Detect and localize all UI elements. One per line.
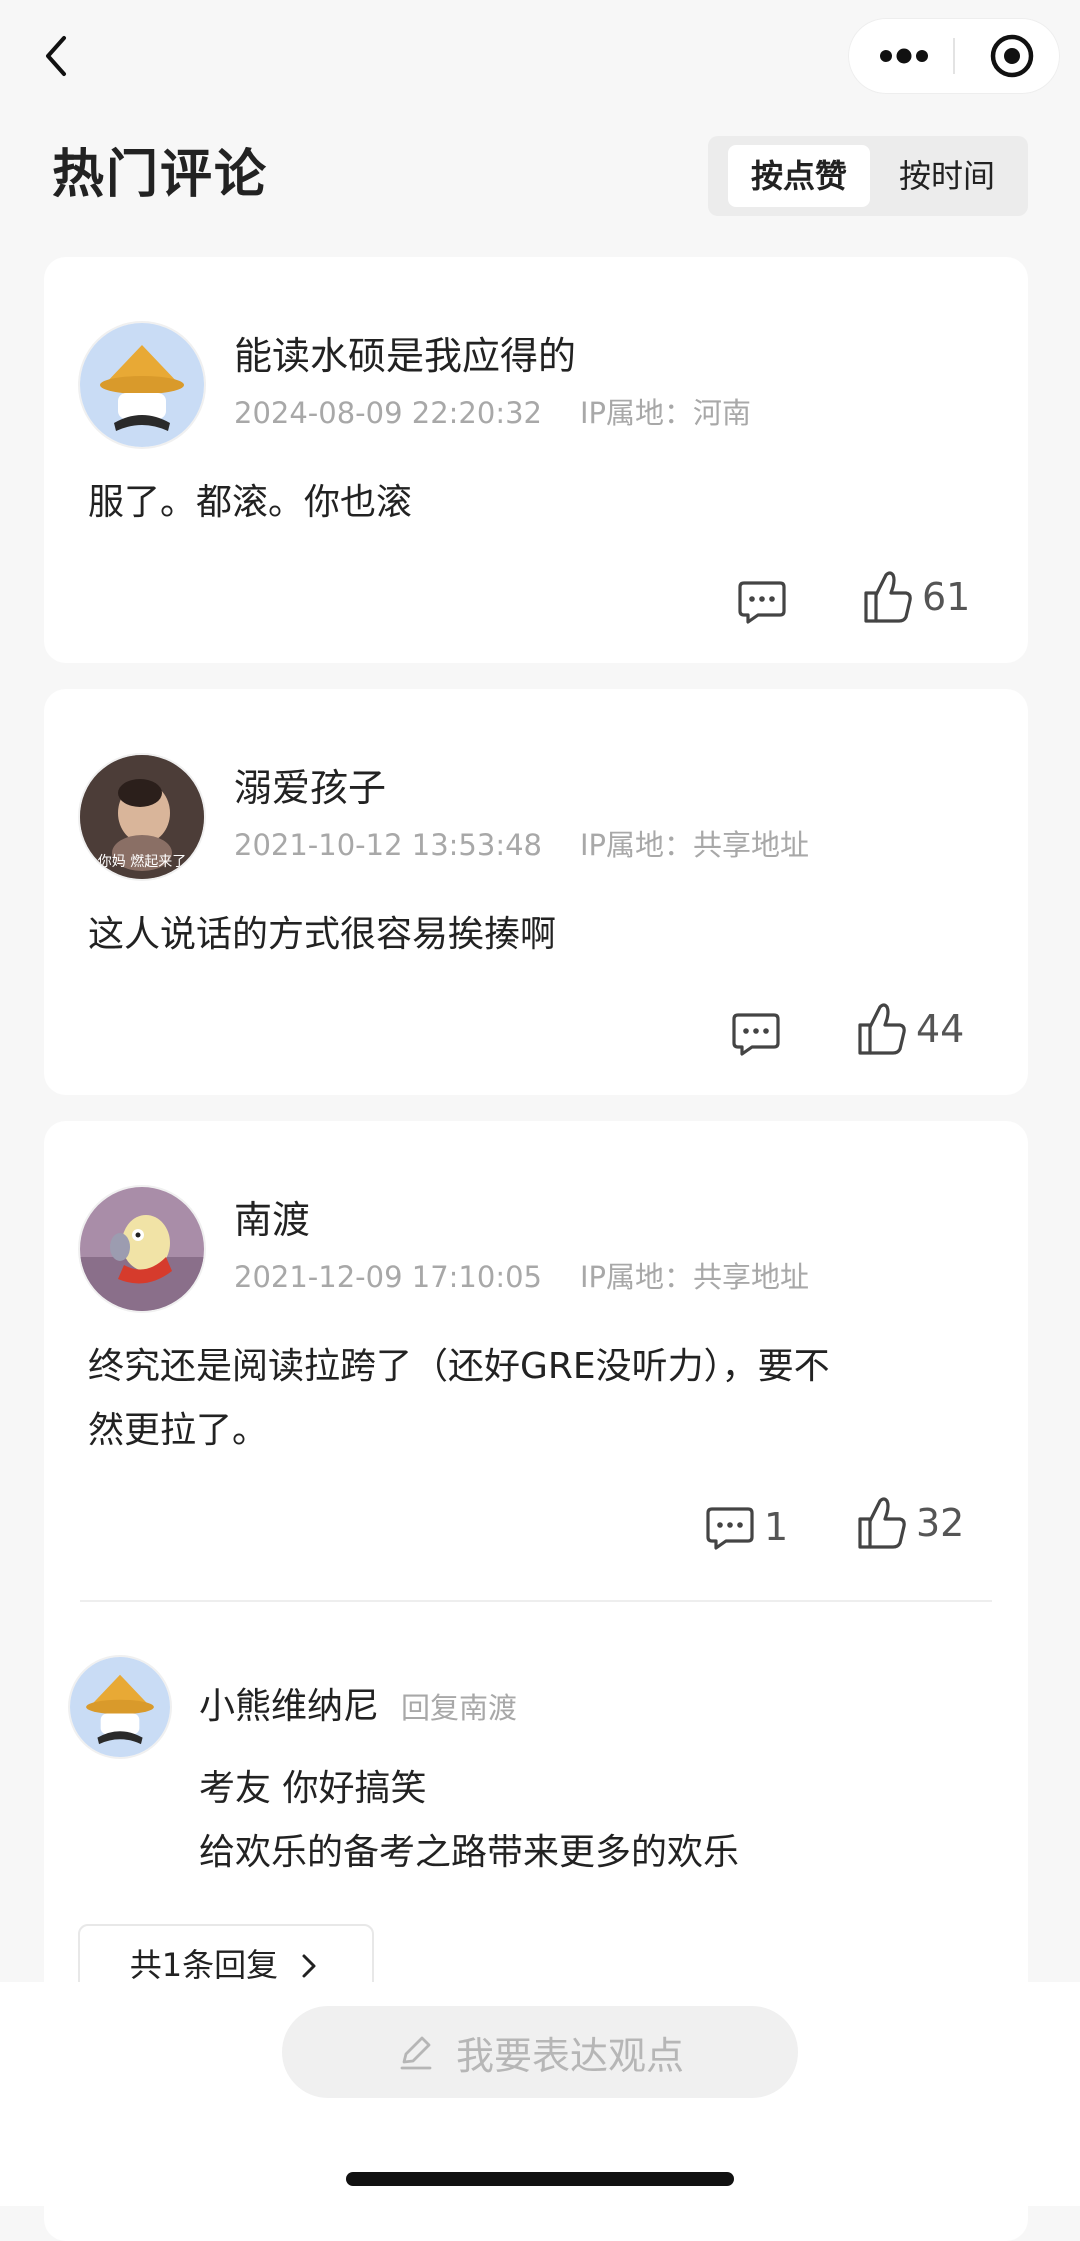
thumbs-up-icon (858, 1497, 906, 1549)
sort-by-time-tab[interactable]: 按时间 (876, 145, 1018, 207)
comment-time: 2021-12-09 17:10:05 (234, 1260, 542, 1294)
reply-button[interactable]: 1 (704, 1497, 788, 1557)
avatar[interactable] (80, 323, 204, 447)
comment-card: 能读水硕是我应得的 2024-08-09 22:20:32 IP属地：河南 服了。… (44, 257, 1028, 663)
home-indicator (346, 2172, 734, 2186)
avatar[interactable]: 你妈 燃起来了 (80, 755, 204, 879)
comment-card: 你妈 燃起来了 溺爱孩子 2021-10-12 13:53:48 IP属地：共享地… (44, 689, 1028, 1095)
comment-text-line-2: 然更拉了。 (88, 1410, 269, 1451)
like-count: 61 (922, 575, 971, 619)
avatar-caption: 你妈 燃起来了 (97, 854, 187, 870)
comment-meta: 2024-08-09 22:20:32 IP属地：河南 (234, 393, 751, 433)
sort-by-likes-tab[interactable]: 按点赞 (728, 145, 870, 207)
reply-button[interactable] (736, 571, 796, 631)
comment-ip: IP属地：河南 (580, 396, 752, 430)
comment-icon (706, 1507, 754, 1550)
comment-username[interactable]: 溺爱孩子 (234, 763, 386, 813)
avatar[interactable] (70, 1657, 170, 1757)
avatar[interactable] (80, 1187, 204, 1311)
comment-time: 2024-08-09 22:20:32 (234, 396, 542, 430)
like-button[interactable]: 32 (856, 1493, 964, 1553)
express-opinion-button[interactable]: 我要表达观点 (282, 2006, 798, 2098)
close-button[interactable] (972, 26, 1052, 86)
comment-username[interactable]: 能读水硕是我应得的 (234, 331, 576, 381)
comment-ip: IP属地：共享地址 (580, 828, 810, 862)
capsule-divider (953, 38, 955, 74)
reply-button[interactable] (730, 1003, 790, 1063)
reply-username: 小熊维纳尼 回复南渡 (199, 1683, 517, 1732)
reply-text-line-2: 给欢乐的备考之路带来更多的欢乐 (199, 1832, 740, 1873)
page-title: 热门评论 (52, 145, 269, 205)
chevron-right-icon (302, 1954, 316, 1978)
chevron-left-icon (46, 36, 66, 76)
bottom-bar: 我要表达观点 (0, 1982, 1080, 2206)
more-button[interactable] (864, 26, 944, 86)
back-button[interactable] (30, 26, 90, 86)
comment-icon (732, 1013, 780, 1056)
reply-text-line-1: 考友 你好搞笑 (199, 1768, 427, 1809)
comment-ip: IP属地：共享地址 (580, 1260, 810, 1294)
comment-meta: 2021-10-12 13:53:48 IP属地：共享地址 (234, 825, 809, 865)
more-dots-icon (880, 48, 928, 64)
reply-count: 1 (764, 1505, 789, 1549)
express-opinion-label: 我要表达观点 (455, 2033, 684, 2078)
more-replies-label: 共1条回复 (129, 1946, 279, 1984)
sort-toggle: 按点赞 按时间 (708, 136, 1028, 216)
comment-icon (738, 581, 786, 624)
comment-meta: 2021-12-09 17:10:05 IP属地：共享地址 (234, 1257, 809, 1297)
edit-pencil-icon (400, 2036, 432, 2070)
thumbs-up-icon (864, 571, 912, 623)
reply-user[interactable]: 小熊维纳尼 (199, 1686, 379, 1727)
comment-text: 服了。都滚。你也滚 (88, 482, 413, 523)
like-button[interactable]: 61 (862, 567, 970, 627)
reply-to-label: 回复南渡 (401, 1691, 518, 1725)
target-close-icon (990, 34, 1034, 78)
comment-username[interactable]: 南渡 (234, 1195, 310, 1245)
like-count: 32 (916, 1501, 965, 1545)
like-count: 44 (916, 1007, 965, 1051)
comment-time: 2021-10-12 13:53:48 (234, 828, 542, 862)
mini-program-capsule (848, 18, 1060, 94)
reply-divider (80, 1600, 992, 1602)
comment-text-line-1: 终究还是阅读拉跨了（还好GRE没听力），要不 (88, 1346, 830, 1387)
thumbs-up-icon (858, 1003, 906, 1055)
like-button[interactable]: 44 (856, 999, 964, 1059)
comment-text: 这人说话的方式很容易挨揍啊 (88, 914, 557, 955)
